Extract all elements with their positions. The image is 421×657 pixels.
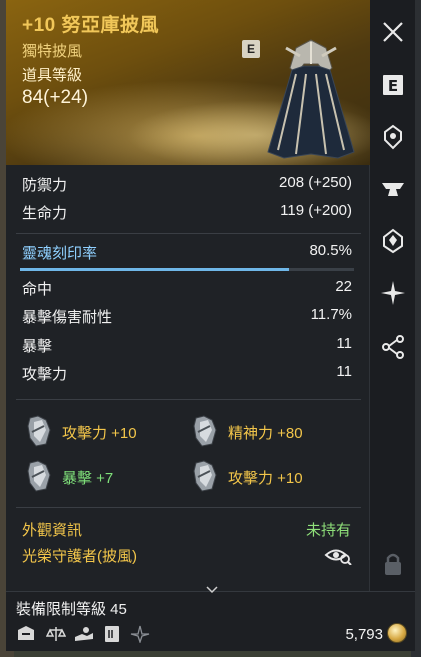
- star-button[interactable]: [378, 278, 408, 308]
- soul-progress-bar: [20, 268, 354, 271]
- sparkle-icon: [130, 625, 150, 643]
- stat-value: 11.7%: [310, 306, 352, 323]
- stat-value: 11: [336, 335, 352, 352]
- stat-row: 暴擊 11: [22, 335, 352, 357]
- enchant-e-icon: E: [383, 75, 403, 95]
- gem-icon: [383, 228, 403, 254]
- gem-option-icon: [27, 460, 51, 492]
- stat-label: 攻擊力: [22, 366, 68, 383]
- gem-button[interactable]: [378, 226, 408, 256]
- stat-row: 命中 22: [22, 278, 352, 300]
- item-tooltip-panel: +10 努亞庫披風 獨特披風 道具等級 84(+24) E 防禦力 208 (+…: [6, 0, 370, 591]
- stat-row: 生命力 119 (+200): [22, 202, 352, 224]
- soul-label: 靈魂刻印率: [22, 245, 98, 262]
- option-text: 暴擊 +7: [62, 470, 114, 487]
- share-icon: [382, 335, 404, 359]
- storage-icon: [18, 626, 34, 640]
- stat-label: 暴擊: [22, 338, 53, 355]
- book-icon: [105, 626, 119, 642]
- divider: [16, 399, 361, 400]
- item-level-label: 道具等級: [22, 67, 83, 84]
- scale-icon: [46, 627, 66, 641]
- stat-row: 防禦力 208 (+250): [22, 174, 352, 196]
- appearance-label: 外觀資訊: [22, 522, 83, 539]
- soul-value: 80.5%: [309, 242, 352, 259]
- lock-button[interactable]: [378, 549, 408, 579]
- divider: [16, 233, 361, 234]
- stat-label: 命中: [22, 281, 53, 298]
- option-text: 攻擊力 +10: [228, 470, 303, 487]
- close-icon: [383, 22, 403, 42]
- action-sidebar: E: [370, 0, 415, 591]
- gem-option-icon: [27, 415, 51, 447]
- cloak-image: [267, 39, 355, 159]
- appearance-status: 未持有: [305, 522, 351, 539]
- crest-button[interactable]: [378, 122, 408, 152]
- stat-value: 119 (+200): [280, 202, 352, 219]
- stat-value: 208 (+250): [279, 174, 352, 191]
- star-icon: [381, 281, 405, 305]
- item-level-value: 84(+24): [22, 87, 89, 108]
- item-subtype: 獨特披風: [22, 43, 83, 60]
- appearance-name: 光榮守護者(披風): [22, 548, 137, 565]
- enchant-button[interactable]: E: [378, 70, 408, 100]
- gem-option-icon: [193, 460, 217, 492]
- sell-price: 5,793: [345, 626, 383, 643]
- divider: [16, 507, 361, 508]
- stat-label: 生命力: [22, 205, 68, 222]
- option-text: 精神力 +80: [228, 425, 303, 442]
- equip-limit-level: 裝備限制等級 45: [16, 601, 127, 618]
- stat-label: 防禦力: [22, 177, 68, 194]
- soul-engraving-row: 靈魂刻印率 80.5%: [22, 242, 352, 264]
- chevron-down-icon: [206, 586, 218, 594]
- crest-icon: [384, 124, 402, 150]
- stat-value: 22: [335, 278, 352, 295]
- stat-label: 暴擊傷害耐性: [22, 309, 113, 326]
- item-title: +10 努亞庫披風: [22, 15, 160, 36]
- option-text: 攻擊力 +10: [62, 425, 137, 442]
- trade-hand-icon: [75, 627, 93, 641]
- stat-row: 暴擊傷害耐性 11.7%: [22, 306, 352, 328]
- close-button[interactable]: [378, 17, 408, 47]
- anvil-button[interactable]: [378, 174, 408, 204]
- item-header: +10 努亞庫披風 獨特披風 道具等級 84(+24) E: [6, 0, 370, 165]
- item-footer: 裝備限制等級 45 5,793: [6, 586, 415, 651]
- gold-coin-icon: [387, 623, 407, 643]
- anvil-icon: [382, 183, 404, 196]
- preview-eye-icon[interactable]: [324, 545, 352, 565]
- share-button[interactable]: [378, 332, 408, 362]
- soul-progress-fill: [20, 268, 289, 271]
- stat-value: 11: [336, 363, 352, 380]
- stat-row: 攻擊力 11: [22, 363, 352, 385]
- svg-text:E: E: [388, 77, 398, 95]
- gem-option-icon: [193, 415, 217, 447]
- lock-icon: [385, 553, 401, 575]
